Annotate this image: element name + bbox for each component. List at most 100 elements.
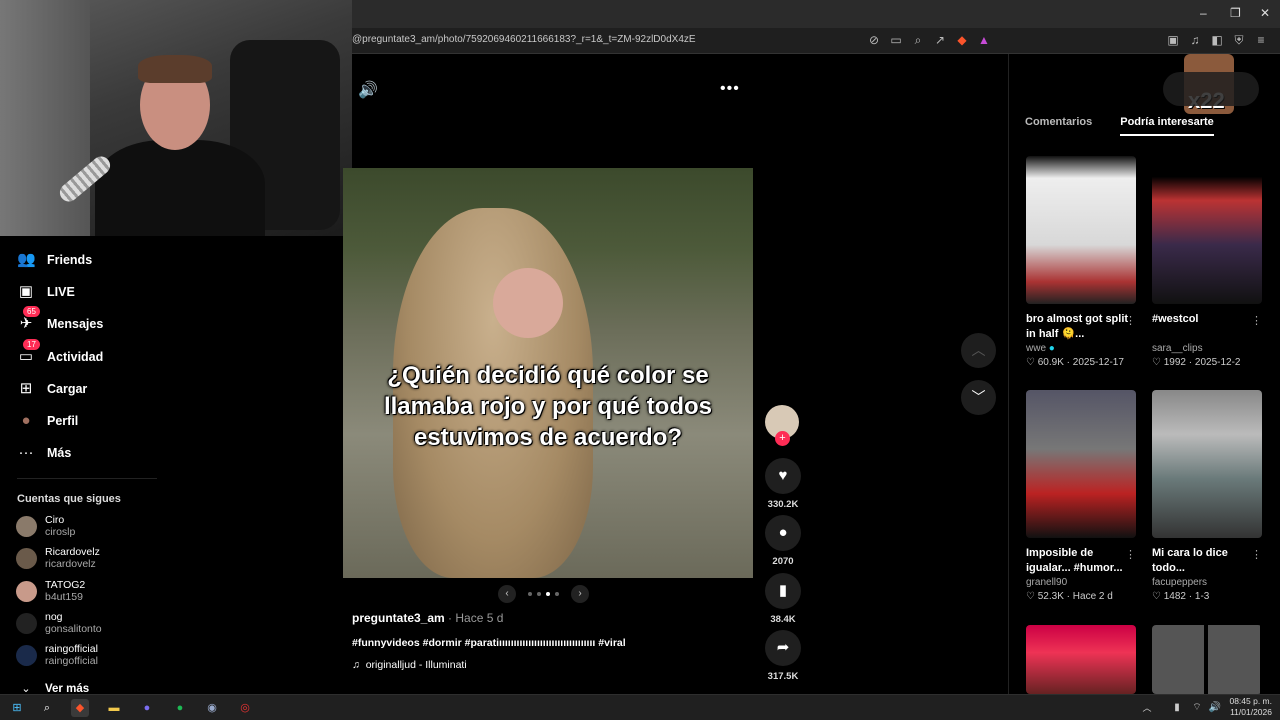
sidebar-item-profile[interactable]: ● Perfil <box>17 410 78 432</box>
volume-tray-icon[interactable]: 🔊 <box>1206 699 1224 717</box>
system-clock[interactable]: 08:45 p. m. 11/01/2026 <box>1229 696 1272 718</box>
file-explorer-icon[interactable]: ▬ <box>105 699 123 717</box>
card-options-icon[interactable]: ⋮ <box>1125 548 1136 561</box>
share-button[interactable]: ➦ 317.5K <box>765 630 801 682</box>
url-text[interactable]: @preguntate3_am/photo/759206946021166618… <box>352 34 696 45</box>
cast-icon[interactable]: ▭ <box>888 32 904 48</box>
following-username: ciroslp <box>45 526 76 538</box>
activity-icon: ▭ 17 <box>17 339 40 366</box>
recommended-card[interactable]: bro almost got split in half 🫠... wwe ● … <box>1026 156 1136 370</box>
reader-mode-icon[interactable]: ⊘ <box>866 32 882 48</box>
maximize-button[interactable]: ❐ <box>1230 6 1241 20</box>
menu-icon[interactable]: ≡ <box>1253 32 1269 48</box>
following-item[interactable]: Ricardovelz ricardovelz <box>16 546 100 570</box>
close-button[interactable]: ✕ <box>1260 6 1270 20</box>
card-title[interactable]: bro almost got split in half 🫠... <box>1026 312 1136 342</box>
brave-browser-icon[interactable]: ◆ <box>71 699 89 717</box>
windows-start-icon[interactable]: ⊞ <box>8 699 26 717</box>
card-thumbnail[interactable] <box>1152 625 1262 694</box>
carousel-dot[interactable] <box>555 592 559 596</box>
card-username[interactable]: sara__clips <box>1152 342 1262 356</box>
wifi-icon[interactable]: ⌔ <box>1188 699 1206 717</box>
next-post-button[interactable]: ﹀ <box>961 380 996 415</box>
card-title[interactable]: #westcol <box>1152 312 1262 342</box>
save-button[interactable]: ▮ 38.4K <box>765 573 801 625</box>
previous-post-button[interactable]: ︿ <box>961 333 996 368</box>
tab-you-may-like[interactable]: Podría interesarte <box>1120 116 1214 136</box>
card-stats: ♡ 60.9K · 2025-12-17 <box>1026 357 1124 368</box>
following-item[interactable]: nog gonsalitonto <box>16 611 102 635</box>
tray-chevron-icon[interactable]: ︿ <box>1138 699 1156 717</box>
wallet-icon[interactable]: ▣ <box>1165 32 1181 48</box>
sidebar-item-messages[interactable]: ✈ 65 Mensajes <box>17 306 103 335</box>
carousel-prev-button[interactable]: ‹ <box>498 585 516 603</box>
following-item[interactable]: raingofficial raingofficial <box>16 643 98 667</box>
sidebar-item-upload[interactable]: ⊞ Cargar <box>17 378 88 400</box>
card-thumbnail[interactable] <box>1026 625 1136 694</box>
post-author[interactable]: preguntate3_am <box>352 611 445 625</box>
sidebar-item-more[interactable]: ··· Más <box>17 442 72 464</box>
card-username[interactable]: granell90 <box>1026 576 1136 590</box>
search-icon[interactable]: ⌕ <box>38 699 56 717</box>
media-icon[interactable]: ♫ <box>1187 32 1203 48</box>
avatar <box>16 644 37 666</box>
card-title[interactable]: Imposible de igualar... #humor... <box>1026 546 1136 576</box>
brave-shield-icon[interactable]: ◆ <box>954 32 970 48</box>
following-item[interactable]: Ciro ciroslp <box>16 514 75 538</box>
card-thumbnail[interactable] <box>1152 390 1262 538</box>
sidebar-divider <box>17 478 157 479</box>
comment-toggle-pill[interactable] <box>1163 72 1259 106</box>
recommended-card[interactable]: Imposible de igualar... #humor... granel… <box>1026 390 1136 604</box>
sidebar-toggle-icon[interactable]: ◧ <box>1209 32 1225 48</box>
steam-icon[interactable]: ◉ <box>203 699 221 717</box>
obs-icon[interactable]: ◎ <box>236 699 254 717</box>
card-likes: 1992 <box>1163 357 1186 368</box>
follow-plus-icon[interactable]: + <box>775 431 790 446</box>
card-options-icon[interactable]: ⋮ <box>1251 314 1262 327</box>
card-options-icon[interactable]: ⋮ <box>1251 548 1262 561</box>
activity-badge: 17 <box>23 339 40 350</box>
sidebar-item-activity[interactable]: ▭ 17 Actividad <box>17 339 103 368</box>
messages-badge: 65 <box>23 306 40 317</box>
sidebar-item-live[interactable]: ▣ LIVE <box>17 281 75 303</box>
music-note-icon: ♫ <box>352 659 360 671</box>
messages-icon-glyph: ✈ <box>19 315 33 332</box>
post-music[interactable]: ♫ originalljud - Illuminati <box>352 659 467 671</box>
card-title[interactable]: Mi cara lo dice todo... <box>1152 546 1262 576</box>
post-image[interactable]: ¿Quién decidió qué color se llamaba rojo… <box>343 168 753 578</box>
carousel-next-button[interactable]: › <box>571 585 589 603</box>
card-username[interactable]: facupeppers <box>1152 576 1262 590</box>
carousel-dot-active[interactable] <box>546 592 550 596</box>
bookmark-icon: ▮ <box>765 573 801 609</box>
card-thumbnail[interactable] <box>1026 156 1136 304</box>
volume-icon[interactable]: 🔊 <box>358 80 378 100</box>
like-button[interactable]: ♥ 330.2K <box>765 458 801 510</box>
tab-comments[interactable]: Comentarios <box>1025 116 1092 136</box>
vpn-icon[interactable]: ⛨ <box>1231 32 1247 48</box>
carousel-dot[interactable] <box>537 592 541 596</box>
recommended-card[interactable]: #westcol sara__clips ♡ 1992 · 2025-12-2 … <box>1152 156 1262 370</box>
card-options-icon[interactable]: ⋮ <box>1125 314 1136 327</box>
zoom-icon[interactable]: ⌕ <box>910 32 926 48</box>
share-icon[interactable]: ↗ <box>932 32 948 48</box>
recommended-card[interactable]: Mi cara lo dice todo... facupeppers ♡ 14… <box>1152 390 1262 604</box>
rewards-icon[interactable]: ▲ <box>976 32 992 48</box>
save-count: 38.4K <box>770 614 796 625</box>
card-thumbnail[interactable] <box>1026 390 1136 538</box>
post-hashtags[interactable]: #funnyvideos #dormir #paratiıııııııııııı… <box>352 637 626 649</box>
card-thumbnail[interactable] <box>1152 156 1262 304</box>
discord-icon[interactable]: ● <box>138 699 156 717</box>
sidebar-item-label: Cargar <box>47 382 88 396</box>
following-item[interactable]: TATOG2 b4ut159 <box>16 579 85 603</box>
avatar <box>16 515 37 537</box>
following-name: TATOG2 <box>45 579 86 591</box>
card-user[interactable]: wwe ● <box>1026 342 1136 356</box>
activity-icon-glyph: ▭ <box>18 348 34 365</box>
sidebar-item-friends[interactable]: 👥 Friends <box>17 249 92 271</box>
comment-button[interactable]: ● 2070 <box>765 515 801 567</box>
carousel-dot[interactable] <box>528 592 532 596</box>
more-options-icon[interactable]: ••• <box>720 80 740 98</box>
tray-icons[interactable]: ▮ <box>1168 699 1186 717</box>
minimize-button[interactable]: – <box>1200 6 1207 20</box>
spotify-icon[interactable]: ● <box>171 699 189 717</box>
